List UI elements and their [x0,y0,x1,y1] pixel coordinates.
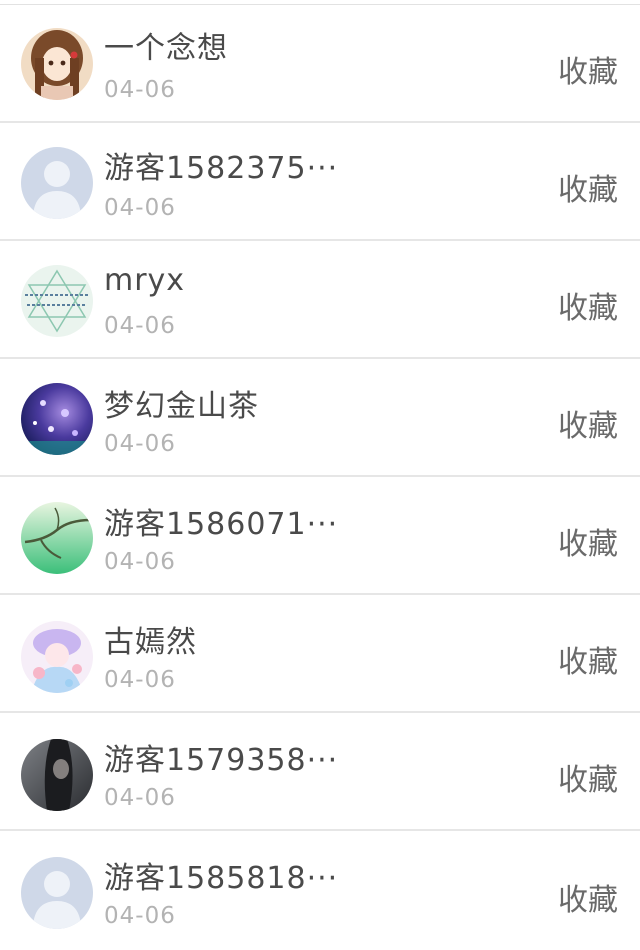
favorite-button[interactable]: 收藏 [558,519,618,563]
favorite-button[interactable]: 收藏 [558,47,618,91]
default-user-avatar[interactable] [21,857,93,929]
visit-date: 04-06 [104,549,176,575]
user-name: 游客1586071··· [104,507,339,542]
favorite-button[interactable]: 收藏 [558,283,618,327]
purple-blossom-avatar[interactable] [21,383,93,455]
list-item[interactable]: 古嫣然 04-06 收藏 [0,595,640,713]
list-item[interactable]: 一个念想 04-06 收藏 [0,5,640,123]
list-item[interactable]: 游客1582375··· 04-06 收藏 [0,123,640,241]
visit-date: 04-06 [104,77,176,103]
user-name: 古嫣然 [104,625,197,660]
geometric-pattern-avatar[interactable] [21,265,93,337]
favorite-button[interactable]: 收藏 [558,637,618,681]
green-branch-avatar[interactable] [21,502,93,574]
favorite-button[interactable]: 收藏 [558,875,618,919]
pastel-anime-avatar[interactable] [21,621,93,693]
user-name: 一个念想 [104,31,228,66]
visit-date: 04-06 [104,785,176,811]
user-name: 梦幻金山茶 [104,389,259,424]
anime-girl-avatar[interactable] [21,28,93,100]
visit-date: 04-06 [104,903,176,929]
default-user-avatar[interactable] [21,147,93,219]
user-name: mryx [104,263,186,298]
list-item[interactable]: 游客1579358··· 04-06 收藏 [0,713,640,831]
favorite-button[interactable]: 收藏 [558,165,618,209]
favorite-button[interactable]: 收藏 [558,401,618,445]
visitor-list: 一个念想 04-06 收藏 游客1582375··· 04-06 收藏 mryx… [0,0,640,950]
list-item[interactable]: mryx 04-06 收藏 [0,241,640,359]
visit-date: 04-06 [104,667,176,693]
visit-date: 04-06 [104,195,176,221]
list-item[interactable]: 梦幻金山茶 04-06 收藏 [0,359,640,477]
user-name: 游客1585818··· [104,861,339,896]
user-name: 游客1582375··· [104,151,339,186]
dark-portrait-avatar[interactable] [21,739,93,811]
visit-date: 04-06 [104,431,176,457]
list-item[interactable]: 游客1586071··· 04-06 收藏 [0,477,640,595]
visit-date: 04-06 [104,313,176,339]
user-name: 游客1579358··· [104,743,339,778]
favorite-button[interactable]: 收藏 [558,755,618,799]
list-item[interactable]: 游客1585818··· 04-06 收藏 [0,831,640,949]
